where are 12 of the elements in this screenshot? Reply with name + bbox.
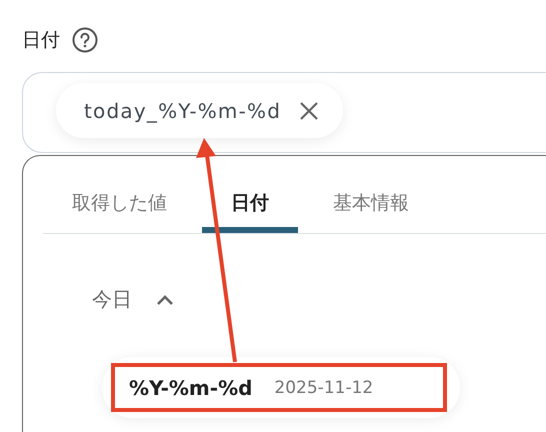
section-title: 今日 [92,286,132,313]
format-option[interactable]: %Y-%m-%d 2025-11-12 [102,357,460,418]
chip-label: today_%Y-%m-%d [84,98,282,122]
tag-input-field[interactable]: today_%Y-%m-%d [22,72,546,153]
field-label: 日付 [22,28,60,53]
example-text: 2025-11-12 [274,378,374,398]
help-icon[interactable] [72,27,98,53]
format-text: %Y-%m-%d [129,376,252,400]
close-icon[interactable] [299,100,320,120]
tab[interactable]: 取得した値 [43,156,196,233]
chevron-icon[interactable] [156,294,174,306]
tab[interactable]: 基本情報 [304,156,438,233]
